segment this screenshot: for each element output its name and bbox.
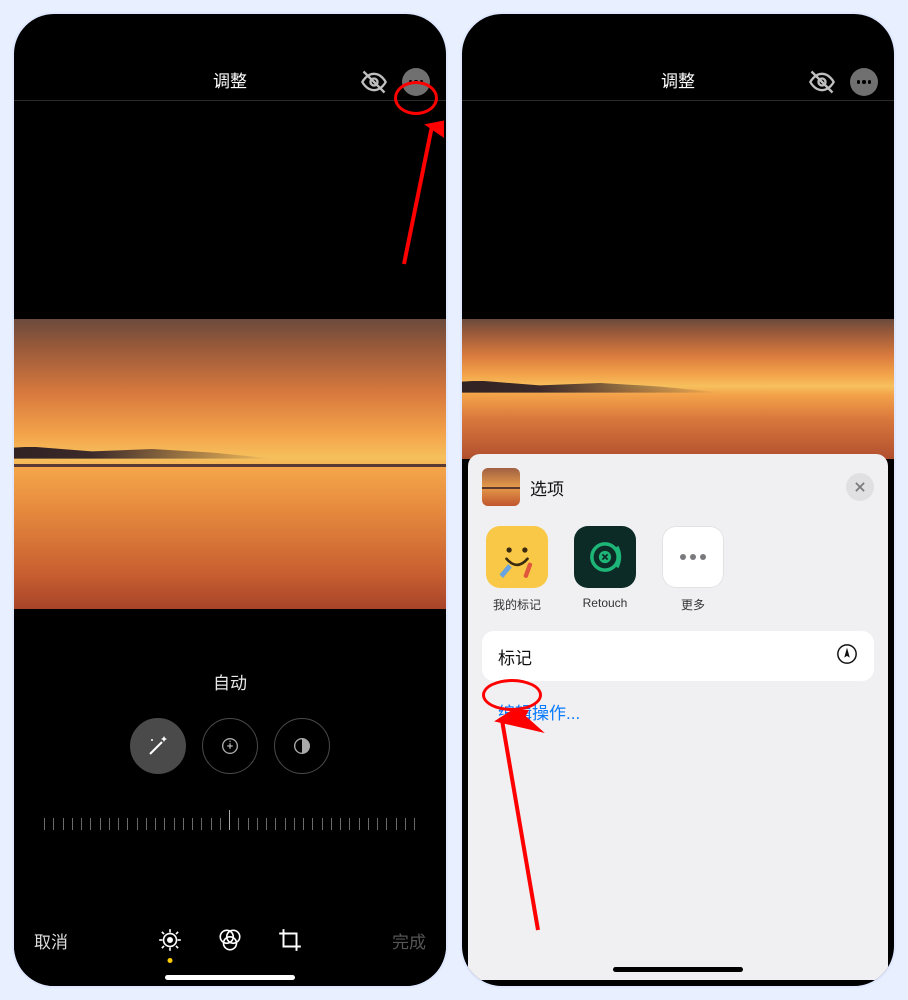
more-apps-icon: [662, 526, 724, 588]
sheet-header: 选项: [482, 468, 874, 506]
options-sheet: 选项 我的标记: [468, 454, 888, 980]
crop-tab-icon[interactable]: [277, 927, 303, 953]
edit-actions-link[interactable]: 编辑操作...: [482, 699, 874, 724]
home-indicator: [613, 967, 743, 972]
adjust-label: 自动: [213, 669, 247, 694]
edit-controls: 自动: [14, 609, 446, 986]
app-retouch[interactable]: Retouch: [572, 526, 638, 613]
spacer-top: [462, 101, 894, 319]
topbar-actions: [360, 68, 430, 96]
auto-enhance-button[interactable]: [130, 718, 186, 774]
retouch-icon: [574, 526, 636, 588]
page-title: 调整: [213, 67, 247, 92]
app-more[interactable]: 更多: [660, 526, 726, 613]
done-button[interactable]: 完成: [392, 928, 426, 953]
my-markup-icon: [486, 526, 548, 588]
app-label: 我的标记: [493, 596, 541, 613]
markup-row[interactable]: 标记: [482, 631, 874, 681]
eye-off-icon[interactable]: [360, 68, 388, 96]
photo-preview: [14, 319, 446, 609]
photo-thumbnail: [482, 468, 520, 506]
adjust-tab-icon[interactable]: [157, 927, 183, 953]
phone-right: 调整 选项: [462, 14, 894, 986]
spacer-top: [14, 101, 446, 319]
topbar: 调整: [14, 14, 446, 100]
app-label: 更多: [681, 596, 705, 613]
photo-preview: [462, 319, 894, 459]
edit-modes: [157, 927, 303, 953]
markup-label: 标记: [498, 644, 532, 669]
more-button[interactable]: [850, 68, 878, 96]
adjust-dials: [130, 718, 330, 774]
app-label: Retouch: [583, 596, 628, 610]
page-title: 调整: [661, 67, 695, 92]
exposure-button[interactable]: [202, 718, 258, 774]
more-button[interactable]: [402, 68, 430, 96]
markup-icon: [836, 643, 858, 670]
phone-left: 调整 自动: [14, 14, 446, 986]
brilliance-button[interactable]: [274, 718, 330, 774]
home-indicator: [165, 975, 295, 980]
eye-off-icon[interactable]: [808, 68, 836, 96]
cancel-button[interactable]: 取消: [34, 928, 68, 953]
extension-apps: 我的标记 Retouch 更多: [482, 526, 874, 613]
topbar-actions: [808, 68, 878, 96]
bottom-bar: 取消: [14, 914, 446, 966]
filters-tab-icon[interactable]: [217, 927, 243, 953]
close-button[interactable]: [846, 473, 874, 501]
app-my-markup[interactable]: 我的标记: [484, 526, 550, 613]
sheet-title: 选项: [530, 475, 836, 500]
adjust-slider[interactable]: [44, 808, 416, 830]
topbar: 调整: [462, 14, 894, 100]
